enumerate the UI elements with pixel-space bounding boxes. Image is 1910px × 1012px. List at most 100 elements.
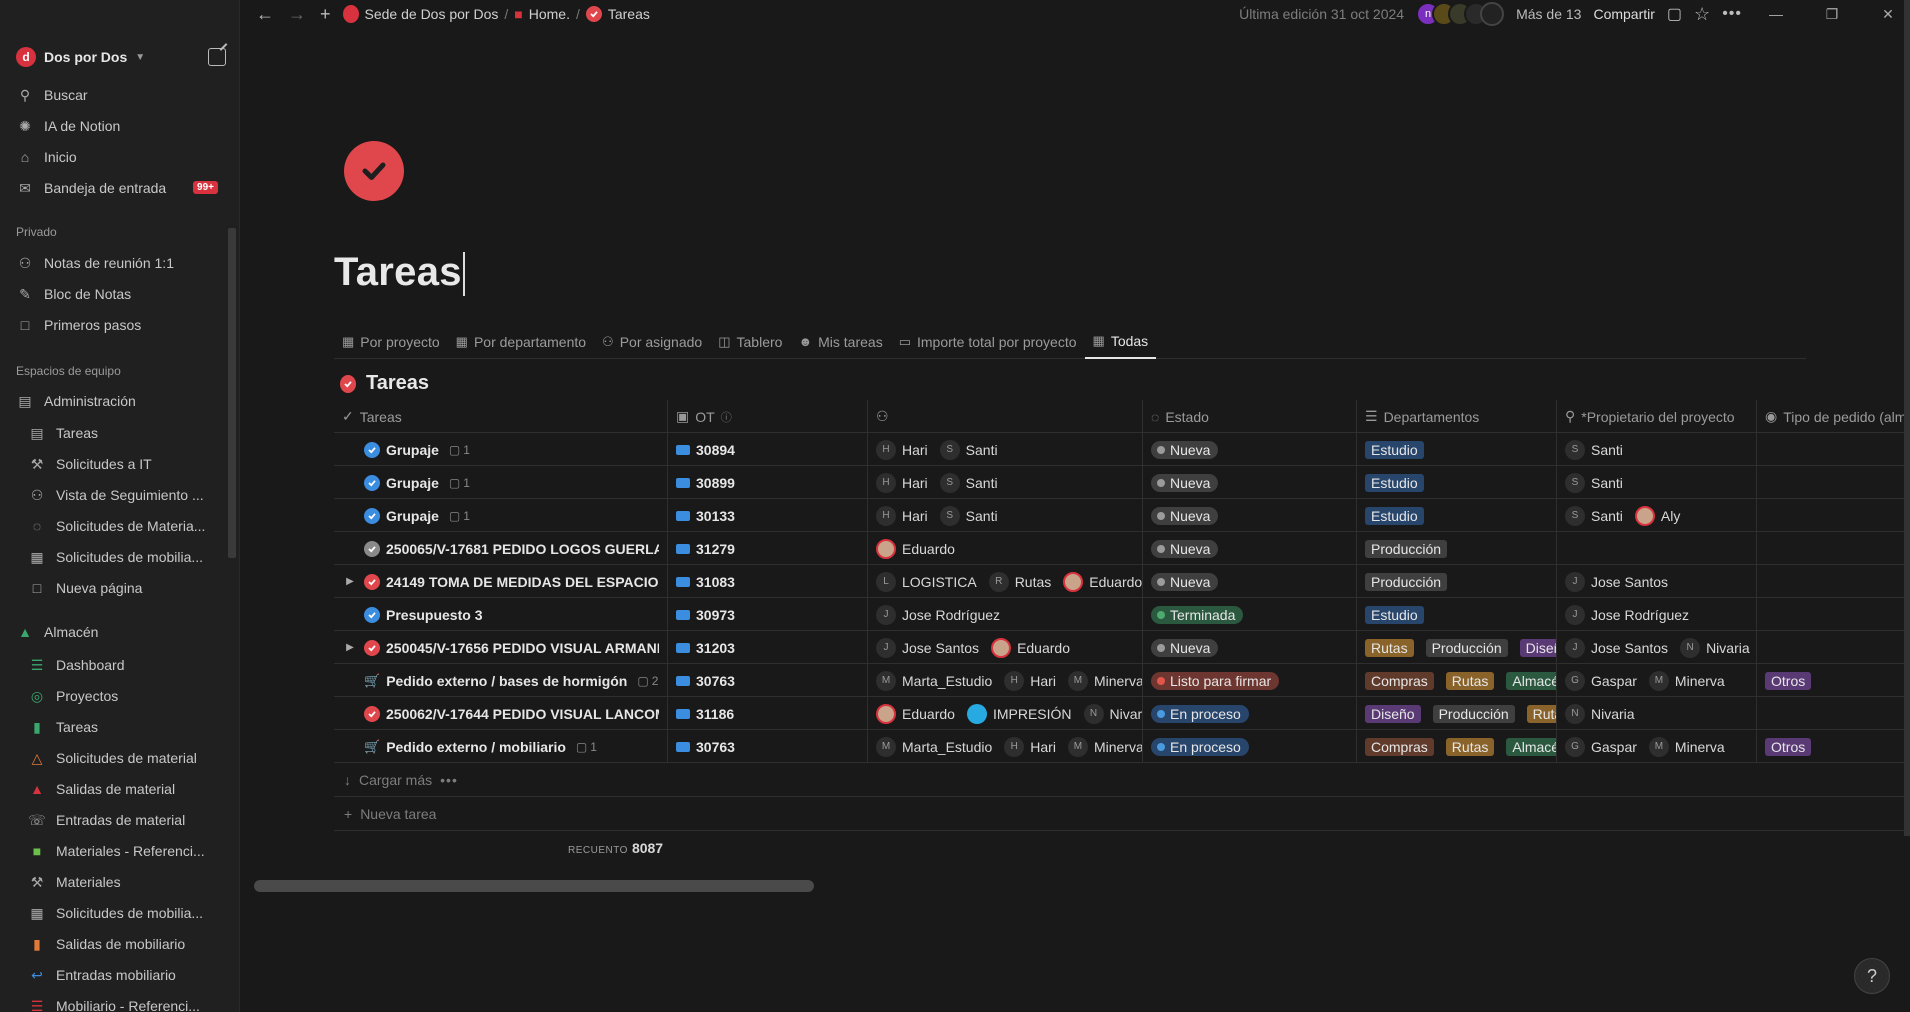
database-title[interactable]: Tareas [340, 372, 429, 395]
ot-cell[interactable]: 31279 [668, 532, 868, 565]
person-chip[interactable]: N Nivaria [1680, 637, 1750, 658]
sidebar-item-nueva-página[interactable]: □ Nueva página [8, 574, 232, 602]
task-title[interactable]: Grupaje [386, 442, 439, 458]
sidebar-item-entradas-de-material[interactable]: ☏ Entradas de material [8, 806, 232, 834]
column-header-asignados[interactable]: ⚇ [868, 400, 1143, 433]
breadcrumb-item[interactable]: Sede de Dos por Dos [365, 6, 499, 22]
tab-por-proyecto[interactable]: ▦ Por proyecto [334, 324, 448, 359]
owner-cell[interactable]: J Jose Santos [1557, 565, 1757, 598]
breadcrumb-item[interactable]: Tareas [608, 6, 650, 22]
ot-cell[interactable]: 30763 [668, 730, 868, 763]
sidebar-item-ia-de-notion[interactable]: ✺ IA de Notion [8, 112, 232, 140]
task-cell[interactable]: 🛒 Pedido externo / bases de hormigón ▢ 2 [334, 664, 668, 697]
person-chip[interactable]: Aly [1634, 505, 1680, 526]
breadcrumb-item[interactable]: Home. [529, 6, 570, 22]
comment-count[interactable]: ▢ 1 [449, 509, 470, 523]
table-row[interactable]: Grupaje ▢ 1 30133 H Hari S Santi Nueva Estudio S Sa… [334, 499, 1910, 532]
order-type-cell[interactable] [1757, 631, 1910, 664]
person-chip[interactable]: M Marta_Estudio [876, 670, 992, 691]
task-title[interactable]: Pedido externo / bases de hormigón [386, 673, 627, 689]
order-type-cell[interactable]: Otros [1757, 664, 1910, 697]
comment-count[interactable]: ▢ 1 [576, 740, 597, 754]
person-chip[interactable]: H Hari [1004, 670, 1056, 691]
person-chip[interactable]: H Hari [1004, 736, 1056, 757]
sidebar-scrollbar[interactable] [228, 228, 236, 558]
task-cell[interactable]: Presupuesto 3 [334, 598, 668, 631]
status-cell[interactable]: Nueva [1143, 532, 1357, 565]
count-footer[interactable]: RECUENTO 8087 [568, 840, 663, 856]
sidebar-item-bandeja-de-entrada[interactable]: ✉ Bandeja de entrada 99+ [8, 174, 232, 202]
departments-cell[interactable]: Rutas Producción Diseño [1357, 631, 1557, 664]
new-task-button[interactable]: + Nueva tarea [344, 806, 436, 822]
new-page-icon[interactable] [208, 48, 226, 66]
task-cell[interactable]: 250062/V-17644 PEDIDO VISUAL LANCOMI [334, 697, 668, 730]
sidebar-item-materiales-referenci[interactable]: ■ Materiales - Referenci... [8, 837, 232, 865]
column-header-tareas[interactable]: ✓ Tareas [334, 400, 668, 433]
table-row[interactable]: 250062/V-17644 PEDIDO VISUAL LANCOMI 3118… [334, 697, 1910, 730]
more-users-label[interactable]: Más de 13 [1516, 6, 1581, 22]
tab-mis-tareas[interactable]: ☻ Mis tareas [790, 324, 890, 359]
column-header-estado[interactable]: ◌ Estado [1143, 400, 1357, 433]
table-row[interactable]: 🛒 Pedido externo / bases de hormigón ▢ 2 307… [334, 664, 1910, 697]
status-cell[interactable]: Nueva [1143, 433, 1357, 466]
assignees-cell[interactable]: Eduardo IMPRESIÓN N Nivaria [868, 697, 1143, 730]
assignees-cell[interactable]: H Hari S Santi [868, 466, 1143, 499]
person-chip[interactable]: S Santi [939, 505, 998, 526]
sidebar-item-materiales[interactable]: ⚒ Materiales [8, 868, 232, 896]
status-cell[interactable]: Nueva [1143, 499, 1357, 532]
ot-cell[interactable]: 31186 [668, 697, 868, 730]
comments-icon[interactable]: ▢ [1667, 4, 1682, 24]
sidebar-item-almacén[interactable]: ▲ Almacén [8, 618, 232, 646]
departments-cell[interactable]: Estudio [1357, 466, 1557, 499]
person-chip[interactable]: G Gaspar [1565, 736, 1637, 757]
sidebar-item-salidas-de-material[interactable]: ▲ Salidas de material [8, 775, 232, 803]
person-chip[interactable]: Eduardo [1063, 571, 1142, 592]
table-row[interactable]: ▶ 24149 TOMA DE MEDIDAS DEL ESPACIO CO 310… [334, 565, 1910, 598]
task-title[interactable]: 250045/V-17656 PEDIDO VISUAL ARMANI N [386, 640, 659, 656]
sidebar-item-buscar[interactable]: ⚲ Buscar [8, 81, 232, 109]
sidebar-item-entradas-mobiliario[interactable]: ↩ Entradas mobiliario [8, 961, 232, 989]
sidebar-item-proyectos[interactable]: ◎ Proyectos [8, 682, 232, 710]
table-row[interactable]: 🛒 Pedido externo / mobiliario ▢ 1 30763 M Mart… [334, 730, 1910, 763]
sidebar-item-administración[interactable]: ▤ Administración [8, 387, 232, 415]
assignees-cell[interactable]: J Jose Rodríguez [868, 598, 1143, 631]
person-chip[interactable]: R Rutas [988, 571, 1051, 592]
vertical-scrollbar[interactable] [1904, 0, 1910, 836]
owner-cell[interactable]: G Gaspar M Minerva [1557, 664, 1757, 697]
departments-cell[interactable]: Estudio [1357, 433, 1557, 466]
status-cell[interactable]: En proceso [1143, 730, 1357, 763]
person-chip[interactable]: Eduardo [991, 637, 1070, 658]
table-row[interactable]: Presupuesto 3 30973 J Jose Rodríguez Termina… [334, 598, 1910, 631]
person-chip[interactable]: J Jose Rodríguez [876, 604, 1000, 625]
sidebar-item-mobiliario-referenci[interactable]: ☰ Mobiliario - Referenci... [8, 992, 232, 1012]
page-title[interactable]: Tareas [334, 250, 465, 297]
restore-icon[interactable]: ❐ [1810, 6, 1854, 23]
sidebar-item-vista-de-seguimiento[interactable]: ⚇ Vista de Seguimiento ... [8, 481, 232, 509]
person-chip[interactable]: S Santi [1565, 472, 1623, 493]
order-type-cell[interactable] [1757, 565, 1910, 598]
back-arrow-icon[interactable]: ← [256, 4, 274, 25]
order-type-cell[interactable] [1757, 433, 1910, 466]
sidebar-item-solicitudes-de-mobilia[interactable]: ▦ Solicitudes de mobilia... [8, 543, 232, 571]
task-title[interactable]: 250065/V-17681 PEDIDO LOGOS GUERLAIN [386, 541, 659, 557]
owner-cell[interactable]: J Jose Rodríguez [1557, 598, 1757, 631]
ot-cell[interactable]: 31083 [668, 565, 868, 598]
more-options-icon[interactable]: ••• [1722, 5, 1742, 23]
expand-toggle-icon[interactable]: ▶ [342, 642, 358, 653]
column-header-propietario[interactable]: ⚲ *Propietario del proyecto [1557, 400, 1757, 433]
tab-tablero[interactable]: ◫ Tablero [710, 324, 790, 359]
person-chip[interactable]: Eduardo [876, 538, 955, 559]
column-header-tipo-pedido[interactable]: ◉ Tipo de pedido (alm [1757, 400, 1910, 433]
sidebar-item-dashboard[interactable]: ☰ Dashboard [8, 651, 232, 679]
assignees-cell[interactable]: Eduardo [868, 532, 1143, 565]
ot-cell[interactable]: 30973 [668, 598, 868, 631]
assignees-cell[interactable]: H Hari S Santi [868, 499, 1143, 532]
forward-arrow-icon[interactable]: → [288, 4, 306, 25]
horizontal-scrollbar[interactable] [254, 880, 814, 892]
person-chip[interactable]: M Marta_Estudio [876, 736, 992, 757]
workspace-switcher[interactable]: d Dos por Dos ▼ [16, 46, 145, 68]
owner-cell[interactable]: N Nivaria [1557, 697, 1757, 730]
status-cell[interactable]: Nueva [1143, 466, 1357, 499]
sidebar-item-primeros-pasos[interactable]: □ Primeros pasos [8, 311, 232, 339]
departments-cell[interactable]: Producción [1357, 532, 1557, 565]
